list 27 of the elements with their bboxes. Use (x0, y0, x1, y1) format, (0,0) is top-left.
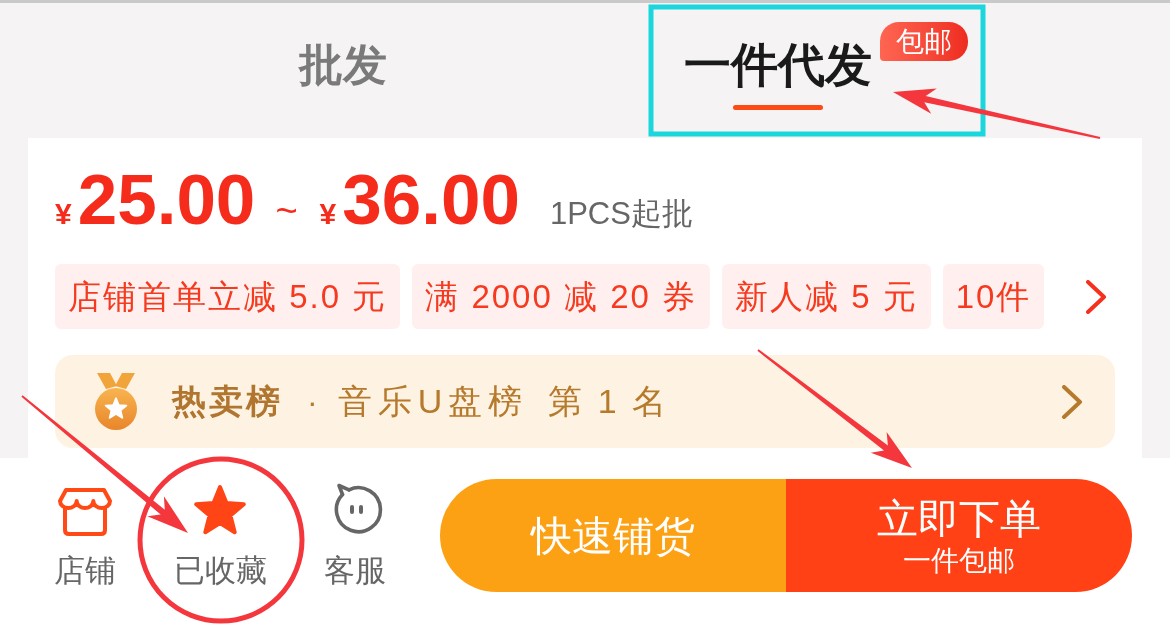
coupon-tag[interactable]: 新人减 5 元 (722, 264, 931, 329)
chevron-right-icon[interactable] (1061, 384, 1083, 419)
free-shipping-badge: 包邮 (880, 22, 968, 61)
ranking-list-name: 音乐U盘榜 (337, 381, 529, 422)
chevron-right-icon[interactable] (1085, 279, 1107, 314)
tab[interactable]: 批发 (299, 37, 387, 93)
coupon-tag[interactable]: 店铺首单立减 5.0 元 (55, 264, 401, 329)
coupon-tag[interactable]: 满 2000 减 20 券 (412, 264, 710, 329)
price-low: 25.00 (77, 162, 256, 238)
ranking-position: 第 1 名 (548, 381, 670, 422)
ranking-separator: · (307, 382, 318, 422)
minimum-order: 1PCS起批 (549, 195, 693, 233)
order-now-button[interactable]: 立即下单 一件包邮 (786, 479, 1132, 592)
customer-service-button[interactable]: 客服 (300, 483, 410, 589)
coupon-tag[interactable]: 10件 (942, 264, 1045, 329)
price-separator: ~ (275, 189, 298, 234)
store-button[interactable]: 店铺 (30, 483, 140, 589)
ranking-bar[interactable]: 热卖榜 · 音乐U盘榜 第 1 名 (55, 355, 1115, 448)
favorite-button[interactable]: 已收藏 (165, 483, 275, 589)
tab[interactable]: 一件代发 (684, 37, 872, 110)
medal-icon (92, 372, 140, 431)
ranking-title: 热卖榜 (172, 381, 283, 422)
currency-symbol: ¥ (319, 196, 337, 232)
store-icon (56, 487, 114, 537)
currency-symbol: ¥ (55, 196, 72, 232)
quick-listing-button[interactable]: 快速铺货 (440, 479, 786, 592)
price-high: 36.00 (342, 162, 520, 238)
